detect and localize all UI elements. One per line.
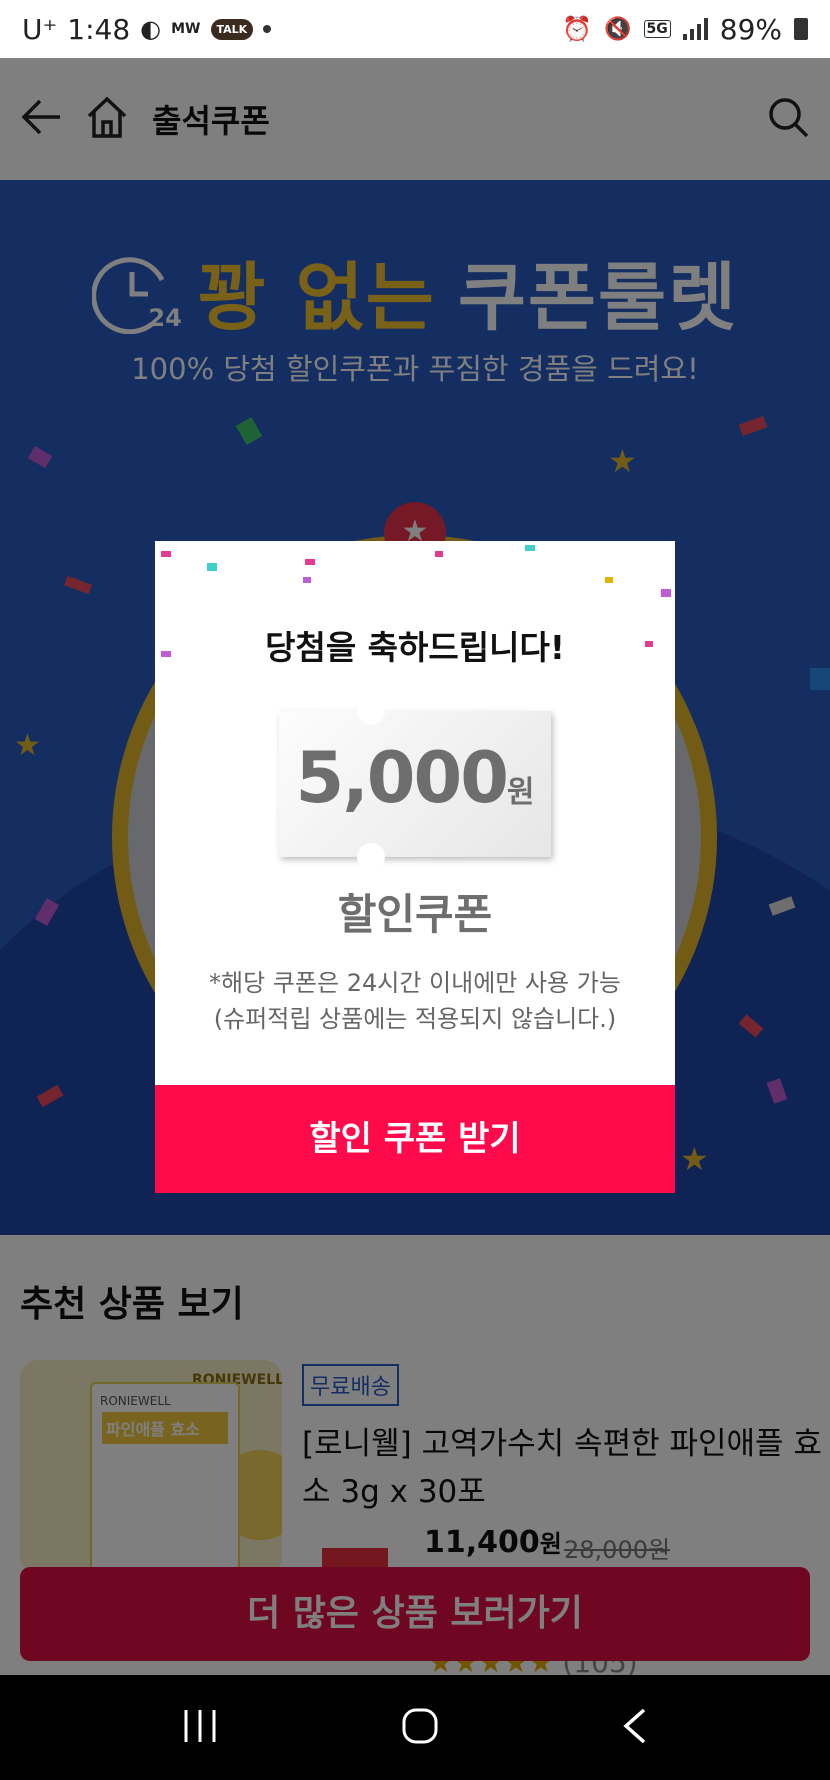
confetti-piece — [605, 577, 613, 583]
mw-label: MW — [171, 21, 201, 37]
confetti-piece — [303, 577, 311, 583]
confetti-piece — [525, 545, 535, 551]
system-nav-bar — [0, 1675, 830, 1780]
coupon-amount-value: 5,000 — [295, 737, 508, 819]
confetti-piece — [305, 559, 315, 565]
coupon-ticket: 5,000원 — [279, 697, 551, 871]
modal-title: 당첨을 축하드립니다! — [265, 628, 565, 667]
status-bar: U⁺ 1:48 ◐ MW TALK ⏰ 🔇 5G 89% — [0, 0, 830, 58]
home-circle-icon[interactable] — [400, 1706, 440, 1750]
coupon-amount: 5,000원 — [279, 737, 551, 819]
battery-icon — [794, 18, 808, 40]
battery-level: 89% — [719, 12, 782, 46]
moon-icon: ◐ — [140, 15, 162, 43]
network-label: 5G — [643, 20, 671, 38]
clock: 1:48 — [67, 12, 131, 46]
mute-icon: 🔇 — [604, 16, 632, 42]
talk-icon: TALK — [210, 18, 254, 40]
back-chevron-icon[interactable] — [620, 1706, 650, 1750]
confetti-piece — [435, 551, 443, 557]
coupon-note-line2: (슈퍼적립 상품에는 적용되지 않습니다.) — [213, 1005, 617, 1033]
coupon-type: 할인쿠폰 — [337, 890, 493, 939]
ticket-notch — [357, 843, 385, 871]
ticket-notch — [357, 697, 385, 725]
coupon-note-line1: *해당 쿠폰은 24시간 이내에만 사용 가능 — [209, 969, 621, 997]
signal-icon — [682, 18, 708, 40]
confetti-piece — [207, 563, 217, 571]
confetti-piece — [661, 589, 671, 597]
notification-dot — [263, 25, 272, 33]
coupon-win-modal: 당첨을 축하드립니다! 5,000원 할인쿠폰 *해당 쿠폰은 24시간 이내에… — [155, 541, 675, 1193]
coupon-note: *해당 쿠폰은 24시간 이내에만 사용 가능 (슈퍼적립 상품에는 적용되지 … — [155, 965, 675, 1037]
alarm-icon: ⏰ — [562, 15, 593, 43]
carrier-label: U⁺ — [22, 12, 58, 46]
recent-apps-icon[interactable] — [180, 1708, 220, 1748]
confetti-piece — [161, 551, 171, 557]
receive-coupon-button[interactable]: 할인 쿠폰 받기 — [155, 1085, 675, 1193]
coupon-currency: 원 — [506, 775, 535, 810]
